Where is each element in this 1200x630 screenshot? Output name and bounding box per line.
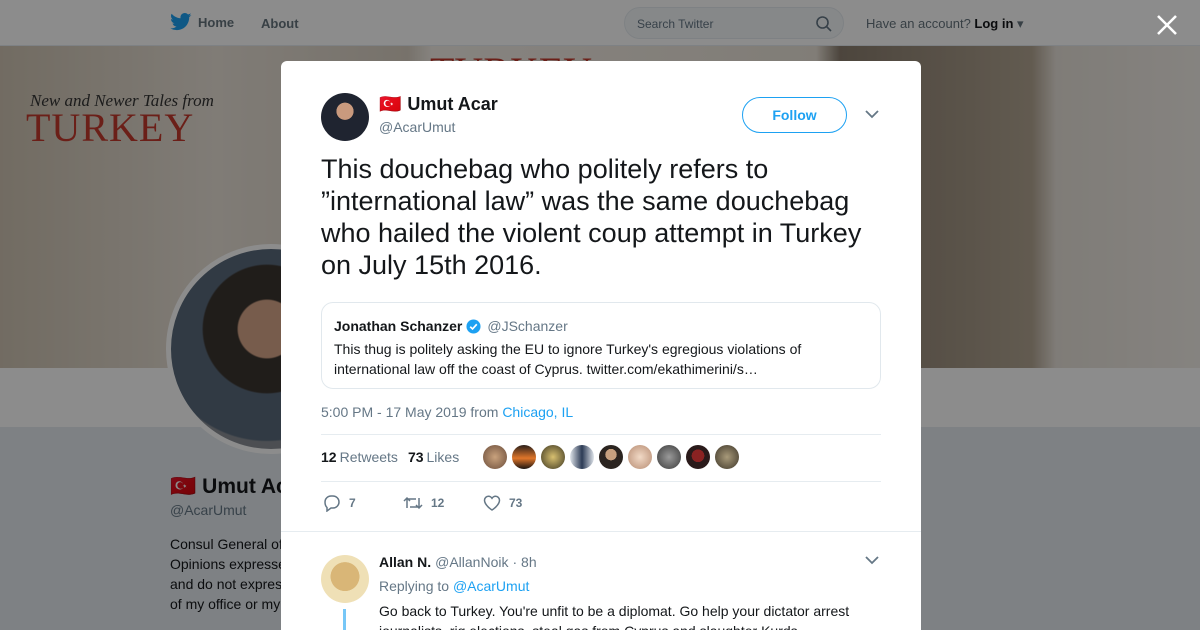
likes-stat[interactable]: 73 Likes bbox=[408, 449, 459, 465]
liker-avatar[interactable] bbox=[570, 445, 594, 469]
replying-to-label: Replying to bbox=[379, 578, 450, 594]
reply-author-name[interactable]: Allan N. bbox=[379, 554, 431, 570]
verified-badge-icon bbox=[466, 318, 481, 334]
quoted-author: Jonathan Schanzer @JSchanzer bbox=[334, 318, 568, 334]
close-icon[interactable] bbox=[1154, 12, 1180, 38]
liker-avatar[interactable] bbox=[657, 445, 681, 469]
retweet-count: 12 bbox=[431, 496, 445, 510]
chevron-down-icon[interactable] bbox=[865, 555, 879, 565]
likes-count: 73 bbox=[407, 449, 424, 465]
tweet-meta: 5:00 PM - 17 May 2019 from Chicago, IL bbox=[321, 404, 573, 420]
tweet-stats: 12 Retweets 73 Likes bbox=[321, 449, 459, 465]
likes-label: Likes bbox=[426, 449, 460, 465]
reply-header: Allan N. @AllanNoik · 8h bbox=[379, 554, 537, 570]
author-avatar[interactable] bbox=[321, 93, 369, 141]
divider bbox=[321, 481, 881, 482]
divider bbox=[321, 434, 881, 435]
retweets-stat[interactable]: 12 Retweets bbox=[321, 449, 398, 465]
retweet-icon bbox=[403, 496, 423, 510]
liker-avatars bbox=[483, 445, 739, 469]
reply-text: Go back to Turkey. You're unfit to be a … bbox=[379, 603, 850, 630]
reply-time[interactable]: · 8h bbox=[512, 554, 536, 570]
tweet-actions: 7 12 73 bbox=[323, 494, 563, 512]
chevron-down-icon[interactable] bbox=[865, 109, 879, 119]
reply-count: 7 bbox=[349, 496, 356, 510]
flag-icon: 🇹🇷 bbox=[379, 94, 402, 114]
author-name-text: Umut Acar bbox=[407, 94, 498, 114]
replying-to: Replying to @AcarUmut bbox=[379, 578, 529, 594]
reply-author-avatar[interactable] bbox=[321, 555, 369, 603]
liker-avatar[interactable] bbox=[715, 445, 739, 469]
replying-to-handle[interactable]: @AcarUmut bbox=[453, 578, 529, 594]
quoted-tweet[interactable]: Jonathan Schanzer @JSchanzer This thug i… bbox=[321, 302, 881, 389]
quoted-author-handle: @JSchanzer bbox=[487, 318, 568, 334]
tweet-location[interactable]: Chicago, IL bbox=[502, 404, 573, 420]
quoted-author-name: Jonathan Schanzer bbox=[334, 318, 463, 334]
reply-icon bbox=[324, 495, 340, 512]
reply-author-handle[interactable]: @AllanNoik bbox=[435, 554, 508, 570]
like-button[interactable]: 73 bbox=[483, 494, 563, 512]
reply-button[interactable]: 7 bbox=[323, 494, 403, 512]
tweet-text: This douchebag who politely refers to ”i… bbox=[321, 154, 862, 280]
tweet-modal: 🇹🇷 Umut Acar @AcarUmut Follow This douch… bbox=[281, 61, 921, 630]
liker-avatar[interactable] bbox=[483, 445, 507, 469]
retweets-label: Retweets bbox=[339, 449, 398, 465]
liker-avatar[interactable] bbox=[541, 445, 565, 469]
tweet-timestamp[interactable]: 5:00 PM - 17 May 2019 from bbox=[321, 404, 498, 420]
like-count: 73 bbox=[509, 496, 523, 510]
thread-line bbox=[343, 609, 346, 630]
reply-section-divider bbox=[281, 531, 921, 541]
liker-avatar[interactable] bbox=[512, 445, 536, 469]
liker-avatar[interactable] bbox=[686, 445, 710, 469]
retweet-button[interactable]: 12 bbox=[403, 494, 483, 512]
quoted-text: This thug is politely asking the EU to i… bbox=[334, 341, 802, 377]
author-name[interactable]: 🇹🇷 Umut Acar bbox=[379, 94, 498, 115]
liker-avatar[interactable] bbox=[628, 445, 652, 469]
like-icon bbox=[483, 495, 501, 511]
liker-avatar[interactable] bbox=[599, 445, 623, 469]
author-handle[interactable]: @AcarUmut bbox=[379, 119, 455, 135]
follow-button[interactable]: Follow bbox=[742, 97, 847, 133]
retweets-count: 12 bbox=[321, 449, 337, 465]
